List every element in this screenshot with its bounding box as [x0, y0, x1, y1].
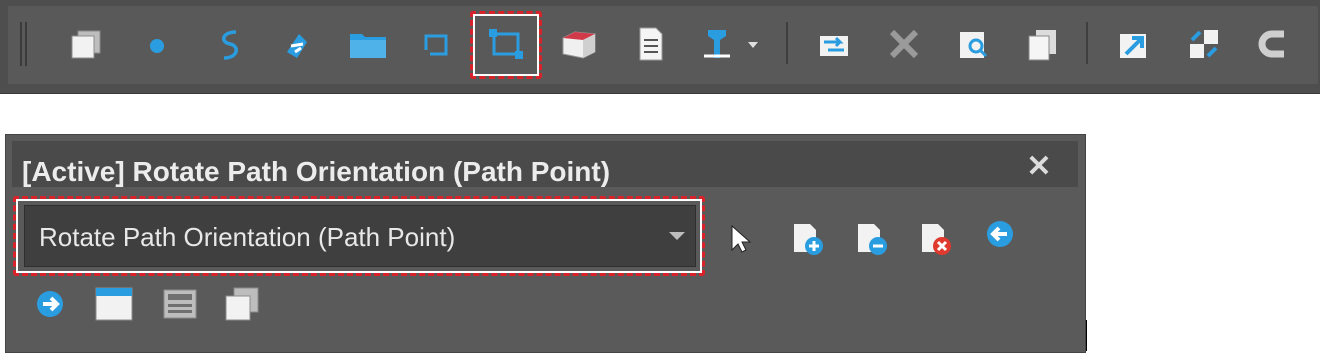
copy-window-icon[interactable]	[222, 284, 262, 324]
delete-point-icon[interactable]	[916, 218, 956, 258]
next-arrow-icon[interactable]	[30, 284, 70, 324]
magnet-c-icon[interactable]	[1250, 22, 1294, 66]
previous-arrow-icon[interactable]	[980, 214, 1020, 254]
transfer-arrows-icon[interactable]	[1182, 22, 1226, 66]
copy-pages-icon[interactable]	[1020, 22, 1064, 66]
main-toolbar	[0, 0, 1320, 94]
swap-arrow-icon[interactable]	[812, 22, 856, 66]
delete-x-icon[interactable]	[882, 22, 926, 66]
folder-icon[interactable]	[346, 22, 390, 66]
grid-panel-icon[interactable]	[160, 284, 200, 324]
pointer-arrow-icon[interactable]	[720, 218, 760, 258]
diagonal-arrow-icon[interactable]	[1112, 22, 1156, 66]
divider-line	[1086, 320, 1087, 351]
search-document-icon[interactable]	[952, 22, 996, 66]
panel-title: [Active] Rotate Path Orientation (Path P…	[22, 156, 611, 187]
close-icon[interactable]: ✕	[1024, 152, 1054, 182]
curve-s-icon[interactable]	[208, 22, 252, 66]
tool-dropdown-icon[interactable]	[696, 22, 766, 66]
open-path-icon[interactable]	[414, 22, 458, 66]
window-stack-icon[interactable]	[64, 22, 108, 66]
remove-point-icon[interactable]	[852, 218, 892, 258]
highlight-frame	[13, 196, 705, 276]
highlight-frame	[470, 11, 542, 79]
toolbar-separator	[1086, 22, 1088, 64]
add-point-icon[interactable]	[788, 218, 828, 258]
window-icon[interactable]	[94, 284, 134, 324]
toolbar-separator	[786, 22, 788, 64]
rotate-arrow-icon[interactable]	[275, 22, 319, 66]
toolbar-grip[interactable]	[20, 22, 30, 66]
document-icon[interactable]	[628, 22, 672, 66]
red-box-icon[interactable]	[557, 22, 601, 66]
point-dot-icon[interactable]	[135, 22, 179, 66]
